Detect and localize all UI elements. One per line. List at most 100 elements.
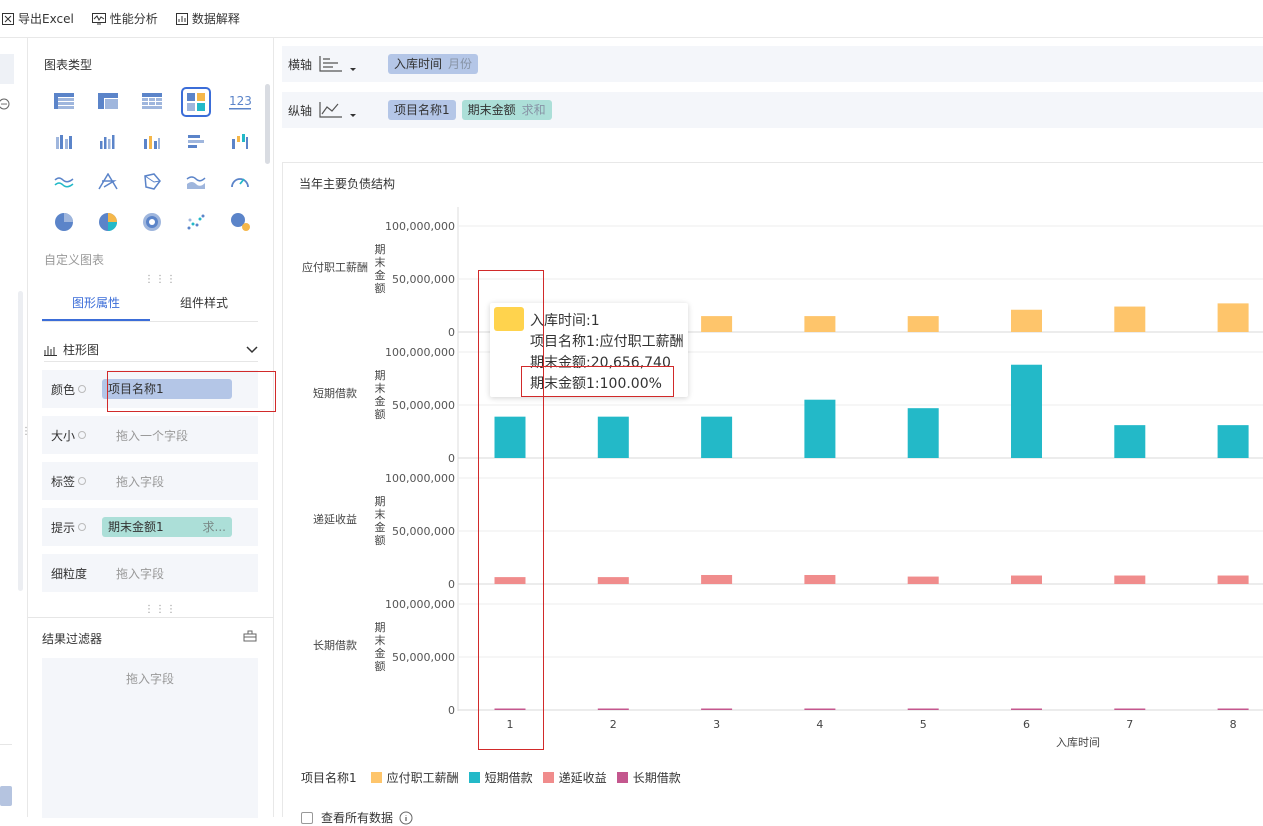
horizontal-bar-icon[interactable] (174, 122, 218, 162)
bar (804, 316, 836, 332)
legend-item-3[interactable]: 长期借款 (616, 769, 681, 786)
grouped-bar-icon[interactable] (42, 122, 86, 162)
rose-chart-icon[interactable] (130, 202, 174, 242)
tooltip-line-2: 项目名称1:应付职工薪酬 (530, 334, 684, 350)
x-tick-label: 2 (610, 718, 617, 731)
bar (804, 708, 836, 710)
filter-clear-icon[interactable] (243, 630, 257, 642)
highlight-box-category (478, 270, 544, 750)
chart-type-scrollbar[interactable] (265, 84, 270, 164)
y-axis-title-char: 额 (375, 408, 386, 421)
x-axis-label: 横轴 (288, 57, 313, 72)
bar-chart-icon[interactable] (86, 122, 130, 162)
y-axis-field2-pill[interactable]: 期末金额 求和 (461, 100, 552, 120)
y-axis-title-char: 金 (375, 268, 386, 282)
y-axis-label: 纵轴 (288, 103, 313, 118)
size-property[interactable]: 大小 拖入一个字段 (42, 416, 258, 454)
label-placeholder: 拖入字段 (116, 474, 165, 489)
y-axis-title-char: 末 (375, 507, 386, 521)
x-axis-shelf[interactable]: 横轴 入库时间 月份 (282, 46, 1263, 82)
chart-type-grid: 123 (42, 82, 262, 242)
bar (597, 708, 629, 710)
chart-kind-select[interactable]: 柱形图 (44, 338, 258, 362)
y-tick-label: 0 (448, 578, 455, 591)
y-tick-label: 50,000,000 (392, 399, 455, 412)
bubble-chart-icon[interactable] (218, 202, 262, 242)
waterfall-icon[interactable] (218, 122, 262, 162)
x-tick-label: 6 (1023, 718, 1030, 731)
size-property-label: 大小 (51, 428, 76, 443)
x-axis-title: 入库时间 (1056, 736, 1100, 749)
bar (1217, 708, 1249, 710)
y-axis-title-char: 末 (375, 255, 386, 269)
data-explain-icon (175, 12, 188, 25)
bar (1217, 303, 1249, 332)
cross-table-icon[interactable] (86, 82, 130, 122)
granularity-property[interactable]: 细粒度 拖入字段 (42, 554, 258, 592)
map-icon[interactable] (130, 162, 174, 202)
svg-text:123: 123 (229, 94, 251, 108)
y-axis-field1-pill[interactable]: 项目名称1 (388, 100, 456, 120)
result-filter-title: 结果过滤器 (42, 632, 103, 646)
x-axis-field: 入库时间 (394, 57, 443, 71)
y-axis-title-char: 金 (375, 520, 386, 534)
result-filter-dropzone[interactable]: 拖入字段 (42, 658, 258, 818)
area-chart-icon[interactable] (174, 162, 218, 202)
left-strip-scrollbar[interactable] (18, 291, 23, 591)
bar (907, 316, 939, 332)
y-tick-label: 0 (448, 326, 455, 339)
detail-table-icon[interactable] (130, 82, 174, 122)
y-axis-title-char: 期 (375, 621, 386, 634)
x-tick-label: 5 (920, 718, 927, 731)
multi-chart-icon[interactable] (174, 82, 218, 122)
x-axis-field-pill[interactable]: 入库时间 月份 (388, 54, 479, 74)
custom-chart-link[interactable]: 自定义图表 (44, 251, 104, 268)
data-explain-button[interactable]: 数据解释 (175, 10, 240, 27)
legend-item-2[interactable]: 递延收益 (542, 769, 607, 786)
y-axis-shelf[interactable]: 纵轴 项目名称1 期末金额 求和 (282, 92, 1263, 128)
more-icon[interactable] (0, 98, 12, 110)
tab-graphic-properties[interactable]: 图形属性 (42, 286, 150, 321)
bar (1114, 306, 1146, 332)
x-tick-label: 8 (1230, 718, 1237, 731)
stacked-bar-icon[interactable] (130, 122, 174, 162)
resize-handle-top-icon[interactable]: ⋮⋮⋮ (144, 274, 177, 285)
facet-label: 长期借款 (313, 638, 357, 652)
faceted-bar-chart[interactable]: 050,000,000100,000,000应付职工薪酬期末金额050,000,… (283, 163, 1263, 763)
tab-component-style[interactable]: 组件样式 (150, 286, 258, 321)
table-chart-icon[interactable] (42, 82, 86, 122)
performance-button[interactable]: 性能分析 (91, 10, 158, 27)
y-axis-title-char: 期 (375, 495, 386, 508)
tooltip-property[interactable]: 提示 期末金额1 求... (42, 508, 258, 546)
kpi-number-icon[interactable]: 123 (218, 82, 262, 122)
show-all-data[interactable]: 查看所有数据 (301, 809, 413, 826)
multi-pie-icon[interactable] (86, 202, 130, 242)
x-axis-field-sub: 月份 (448, 57, 473, 71)
x-axis-icon[interactable] (318, 54, 358, 74)
left-strip-bottom-item[interactable] (0, 786, 12, 806)
chart-type-title: 图表类型 (44, 58, 93, 72)
scatter-icon[interactable] (174, 202, 218, 242)
bar (907, 708, 939, 710)
pie-chart-icon[interactable] (42, 202, 86, 242)
gauge-icon[interactable] (218, 162, 262, 202)
resize-handle-bottom-icon[interactable]: ⋮⋮⋮ (144, 604, 177, 615)
tooltip-field-agg: 求... (202, 520, 226, 534)
show-all-checkbox[interactable] (301, 811, 313, 824)
left-strip-selected[interactable] (0, 54, 14, 84)
y-tick-label: 100,000,000 (385, 598, 455, 611)
label-property[interactable]: 标签 拖入字段 (42, 462, 258, 500)
legend-item-0[interactable]: 应付职工薪酬 (370, 769, 459, 786)
line-chart-icon[interactable] (42, 162, 86, 202)
tooltip-field-pill[interactable]: 期末金额1 求... (102, 517, 232, 537)
excel-icon (2, 12, 14, 25)
x-tick-label: 7 (1126, 718, 1133, 731)
highlight-box-color (107, 371, 276, 412)
y-axis-title-char: 金 (375, 394, 386, 408)
radar-icon[interactable] (86, 162, 130, 202)
y-axis-icon[interactable] (318, 100, 358, 120)
export-excel-button[interactable]: 导出Excel (2, 10, 74, 27)
chart-kind-label: 柱形图 (63, 343, 100, 357)
legend-item-1[interactable]: 短期借款 (468, 769, 533, 786)
info-icon[interactable] (399, 811, 413, 825)
